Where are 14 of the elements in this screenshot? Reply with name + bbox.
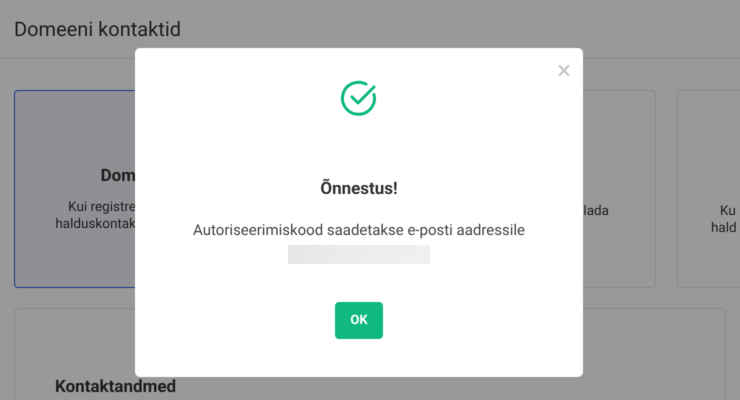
page-title: Domeeni kontaktid <box>14 16 181 43</box>
card-description: Kui registre <box>68 199 136 216</box>
card-title: Dom <box>100 165 136 188</box>
card-description: hald <box>710 220 738 237</box>
card-description: halduskontak <box>55 216 136 233</box>
dialog-message: Autoriseerimiskood saadetakse e-posti aadressile <box>193 220 525 240</box>
section-title: Kontaktandmed <box>55 377 176 397</box>
close-button[interactable]: × <box>557 56 571 86</box>
check-circle-icon <box>340 79 378 117</box>
option-card[interactable]: Ku hald <box>677 90 740 288</box>
ok-button[interactable]: OK <box>335 302 383 339</box>
dialog-title: Õnnestus! <box>320 178 398 201</box>
card-description: Ku <box>719 203 737 220</box>
card-description: lada <box>583 203 609 220</box>
